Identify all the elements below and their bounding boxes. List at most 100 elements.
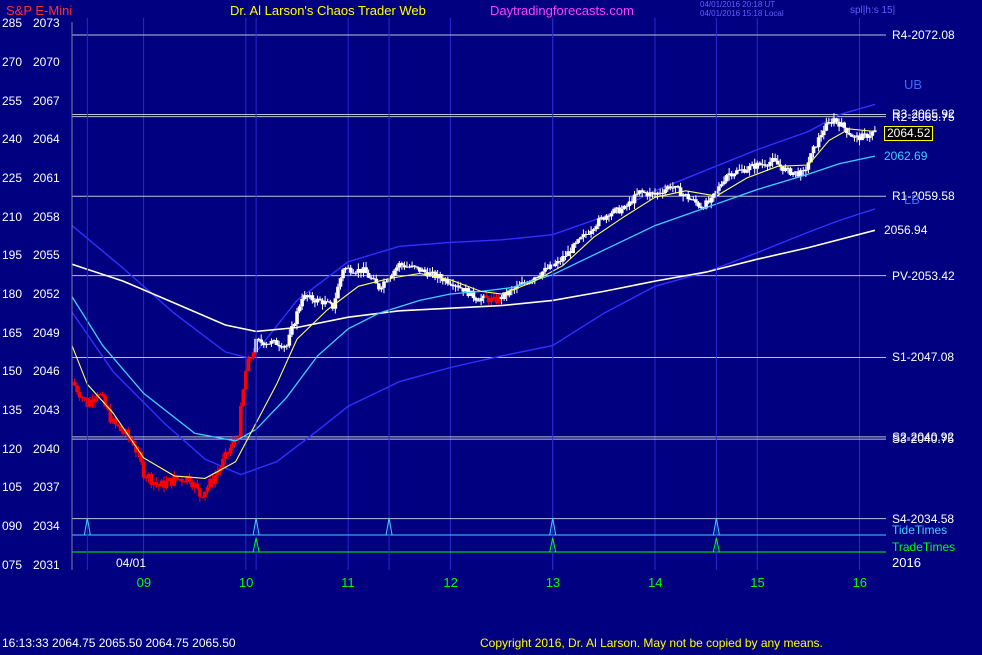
y-index-tick-label: 090 bbox=[2, 519, 23, 534]
candle-body bbox=[213, 475, 217, 484]
x-tick-label: 14 bbox=[647, 575, 663, 590]
date-label: 04/01 bbox=[116, 556, 147, 570]
y-price-tick-label: 2034 bbox=[33, 519, 60, 534]
candle-body bbox=[791, 172, 795, 175]
candle-body bbox=[379, 287, 384, 290]
candle-body bbox=[267, 343, 271, 345]
candle-body bbox=[724, 175, 729, 182]
candle-body bbox=[847, 133, 852, 135]
candle-body bbox=[277, 344, 281, 347]
timestamp-local: 04/01/2016 15:18 Local bbox=[700, 9, 784, 18]
candle-body bbox=[821, 130, 826, 136]
candle-body bbox=[553, 263, 558, 267]
x-tick-label: 12 bbox=[443, 575, 458, 590]
candle-body bbox=[745, 170, 749, 173]
candle-body bbox=[231, 441, 235, 448]
candle-body bbox=[141, 461, 146, 478]
candle-body bbox=[735, 170, 739, 174]
y-index-tick-label: 135 bbox=[2, 403, 23, 418]
level-label-r1: R1-2059.58 bbox=[892, 189, 955, 204]
candle-body bbox=[221, 458, 225, 468]
candle-body bbox=[811, 146, 816, 154]
candle-body bbox=[663, 189, 668, 194]
candle-body bbox=[824, 123, 829, 131]
candle-body bbox=[164, 481, 169, 489]
y-price-tick-label: 2067 bbox=[33, 93, 60, 108]
candle-body bbox=[400, 263, 404, 266]
candle-body bbox=[244, 371, 248, 390]
candle-body bbox=[249, 357, 253, 359]
y-index-tick-label: 255 bbox=[2, 93, 23, 108]
candle-body bbox=[763, 164, 767, 166]
y-index-tick-label: 195 bbox=[2, 248, 23, 263]
candle-body bbox=[775, 160, 780, 165]
candle-body bbox=[540, 271, 545, 277]
y-price-tick-label: 2043 bbox=[33, 403, 60, 418]
chart-title: Dr. Al Larson's Chaos Trader Web bbox=[230, 3, 426, 18]
candle-body bbox=[573, 242, 578, 245]
level-label-s1: S1-2047.08 bbox=[892, 350, 955, 365]
candle-body bbox=[625, 205, 629, 207]
candle-body bbox=[75, 385, 79, 392]
candle-body bbox=[709, 197, 714, 203]
candle-body bbox=[589, 230, 593, 234]
candle-body bbox=[348, 267, 353, 273]
candle-body bbox=[366, 273, 371, 278]
candle-body bbox=[586, 233, 591, 235]
y-index-tick-label: 240 bbox=[2, 132, 23, 147]
value-label-1: 2064.52 bbox=[884, 125, 934, 141]
candle-body bbox=[154, 482, 159, 485]
candle-body bbox=[412, 265, 417, 267]
candle-body bbox=[819, 135, 823, 138]
candle-body bbox=[241, 389, 246, 406]
y-index-tick-label: 285 bbox=[2, 16, 23, 31]
y-index-tick-label: 270 bbox=[2, 54, 23, 69]
candle-body bbox=[297, 306, 302, 312]
candle-body bbox=[300, 298, 304, 307]
candle-body bbox=[310, 295, 315, 301]
candle-body bbox=[364, 267, 368, 274]
candle-body bbox=[354, 272, 358, 274]
candle-body bbox=[660, 193, 665, 195]
candle-body bbox=[535, 276, 540, 278]
candle-body bbox=[246, 358, 251, 372]
candle-body bbox=[834, 118, 839, 122]
candle-body bbox=[640, 190, 645, 192]
site-link[interactable]: Daytradingforecasts.com bbox=[490, 4, 634, 18]
level-label-pv: PV-2053.42 bbox=[892, 268, 955, 283]
level-label-r4: R4-2072.08 bbox=[892, 28, 955, 43]
candle-body bbox=[489, 297, 494, 303]
price-chart-svg bbox=[0, 0, 982, 650]
candle-body bbox=[203, 491, 207, 498]
candle-body bbox=[113, 418, 118, 425]
candle-body bbox=[612, 208, 616, 214]
candle-body bbox=[251, 352, 256, 358]
candle-body bbox=[768, 161, 772, 166]
candle-body bbox=[479, 298, 483, 302]
x-tick-label: 10 bbox=[238, 575, 254, 590]
y-index-tick-label: 120 bbox=[2, 441, 23, 456]
candle-body bbox=[228, 447, 233, 454]
x-tick-label: 13 bbox=[545, 575, 561, 590]
spl-label: spl|h:s 15| bbox=[850, 5, 896, 16]
candle-body bbox=[609, 213, 614, 217]
candle-body bbox=[394, 267, 399, 271]
y-price-tick-label: 2055 bbox=[33, 248, 60, 263]
candle-body bbox=[448, 283, 453, 285]
y-price-tick-label: 2031 bbox=[33, 557, 60, 572]
level-label-r2: R2-2065.75 bbox=[892, 109, 955, 124]
x-tick-label: 15 bbox=[750, 575, 765, 590]
candle-body bbox=[195, 483, 200, 489]
candle-body bbox=[269, 340, 274, 344]
y-price-tick-label: 2049 bbox=[33, 325, 60, 340]
candle-body bbox=[747, 165, 752, 171]
candle-body bbox=[632, 194, 637, 204]
candle-body bbox=[619, 208, 624, 214]
level-label-s3: S3-2040.75 bbox=[892, 432, 955, 447]
candle-body bbox=[579, 237, 583, 240]
candle-body bbox=[576, 239, 581, 243]
candle-body bbox=[77, 391, 82, 398]
candle-body bbox=[591, 229, 596, 231]
candle-body bbox=[328, 301, 333, 303]
candle-body bbox=[100, 394, 105, 396]
